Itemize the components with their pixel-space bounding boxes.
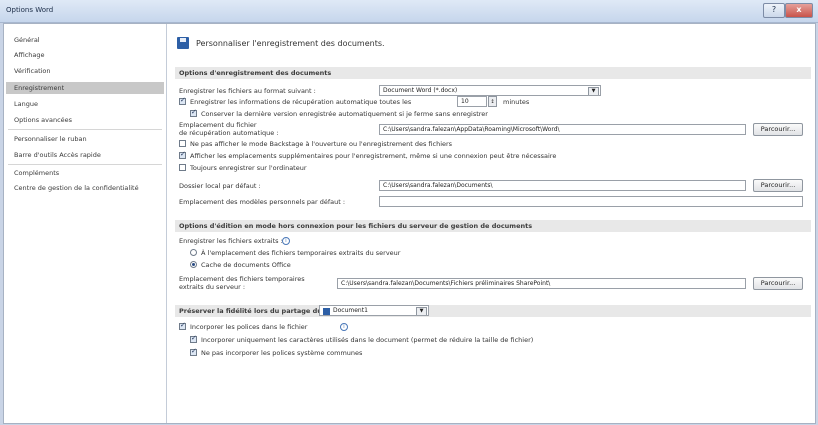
embed-fonts-label: Incorporer les polices dans le fichier: [190, 323, 308, 331]
browse-recovery-button[interactable]: Parcourir...: [753, 123, 803, 136]
recovery-location-label-2: de récupération automatique :: [179, 129, 279, 137]
sidebar-item-display[interactable]: Affichage: [6, 49, 164, 61]
sidebar-item-proofing[interactable]: Vérification: [6, 65, 164, 77]
default-local-label: Dossier local par défaut :: [179, 182, 261, 190]
info-icon: i: [282, 237, 290, 245]
embed-used-checkbox[interactable]: [190, 334, 197, 343]
radio-office-cache-label: Cache de documents Office: [201, 261, 291, 269]
embed-fonts-checkbox[interactable]: [179, 321, 186, 330]
title-bar: Options Word ? x: [0, 0, 818, 23]
recovery-location-label-1: Emplacement du fichier: [179, 121, 257, 129]
sidebar-item-advanced[interactable]: Options avancées: [6, 114, 164, 126]
sidebar-item-general[interactable]: Général: [6, 34, 164, 46]
main-panel: Personnaliser l'enregistrement des docum…: [169, 24, 813, 423]
save-computer-label: Toujours enregistrer sur l'ordinateur: [190, 164, 307, 172]
chevron-down-icon[interactable]: ▼: [416, 307, 427, 315]
minutes-label: minutes: [503, 98, 530, 106]
format-select[interactable]: Document Word (*.docx) ▼: [379, 85, 601, 96]
save-checked-out-label: Enregistrer les fichiers extraits :: [179, 237, 283, 245]
autorecover-label: Enregistrer les informations de récupéra…: [190, 98, 412, 106]
save-disk-icon: [177, 37, 189, 49]
section-header-offline: Options d'édition en mode hors connexion…: [175, 220, 811, 232]
dialog-body: Général Affichage Vérification Enregistr…: [3, 23, 816, 424]
sidebar-nav: Général Affichage Vérification Enregistr…: [4, 24, 167, 423]
format-label: Enregistrer les fichiers au format suiva…: [179, 87, 316, 95]
window-title: Options Word: [6, 6, 54, 14]
page-title: Personnaliser l'enregistrement des docum…: [196, 39, 385, 48]
document-select[interactable]: Document1 ▼: [319, 305, 429, 316]
radio-server-drafts[interactable]: [190, 249, 197, 256]
keep-last-label: Conserver la dernière version enregistré…: [201, 110, 488, 118]
document-value: Document1: [333, 307, 368, 314]
save-computer-checkbox[interactable]: [179, 164, 186, 171]
browse-default-button[interactable]: Parcourir...: [753, 179, 803, 192]
sidebar-item-addins[interactable]: Compléments: [6, 167, 164, 179]
radio-office-cache[interactable]: [190, 261, 197, 268]
drafts-location-label-2: extraits du serveur :: [179, 283, 246, 291]
sidebar-divider: [8, 164, 162, 165]
backstage-label: Ne pas afficher le mode Backstage à l'ou…: [190, 140, 453, 148]
word-document-icon: [323, 308, 330, 315]
sidebar-divider: [8, 129, 162, 130]
close-button[interactable]: x: [785, 3, 813, 18]
sidebar-item-trust-center[interactable]: Centre de gestion de la confidentialité: [6, 182, 164, 194]
drafts-location-label-1: Emplacement des fichiers temporaires: [179, 275, 305, 283]
recovery-location-input[interactable]: C:\Users\sandra.falezan\AppData\Roaming\…: [379, 124, 746, 135]
no-system-fonts-checkbox[interactable]: [190, 347, 197, 356]
sidebar-item-customize-ribbon[interactable]: Personnaliser le ruban: [6, 133, 164, 145]
templates-input[interactable]: [379, 196, 803, 207]
templates-label: Emplacement des modèles personnels par d…: [179, 198, 346, 206]
backstage-checkbox[interactable]: [179, 140, 186, 147]
info-icon: i: [340, 323, 348, 331]
section-header-save: Options d'enregistrement des documents: [175, 67, 811, 79]
radio-server-drafts-label: À l'emplacement des fichiers temporaires…: [201, 249, 401, 257]
embed-used-label: Incorporer uniquement les caractères uti…: [201, 336, 534, 344]
show-locations-checkbox[interactable]: [179, 150, 186, 159]
chevron-down-icon[interactable]: ▼: [588, 87, 599, 95]
section-header-fidelity: Préserver la fidélité lors du partage du…: [175, 305, 811, 317]
format-value: Document Word (*.docx): [383, 87, 458, 94]
browse-drafts-button[interactable]: Parcourir...: [753, 277, 803, 290]
default-local-input[interactable]: C:\Users\sandra.falezan\Documents\: [379, 180, 746, 191]
minutes-spinner-icon[interactable]: ↕: [488, 96, 497, 107]
sidebar-item-quick-access[interactable]: Barre d'outils Accès rapide: [6, 149, 164, 161]
sidebar-item-language[interactable]: Langue: [6, 98, 164, 110]
autorecover-minutes-input[interactable]: 10: [457, 96, 487, 107]
no-system-fonts-label: Ne pas incorporer les polices système co…: [201, 349, 363, 357]
sidebar-item-save[interactable]: Enregistrement: [6, 82, 164, 94]
show-locations-label: Afficher les emplacements supplémentaire…: [190, 152, 557, 160]
autorecover-checkbox[interactable]: [179, 96, 186, 105]
help-button[interactable]: ?: [763, 3, 785, 18]
drafts-location-input[interactable]: C:\Users\sandra.falezan\Documents\Fichie…: [337, 278, 746, 289]
keep-last-checkbox[interactable]: [190, 108, 197, 117]
